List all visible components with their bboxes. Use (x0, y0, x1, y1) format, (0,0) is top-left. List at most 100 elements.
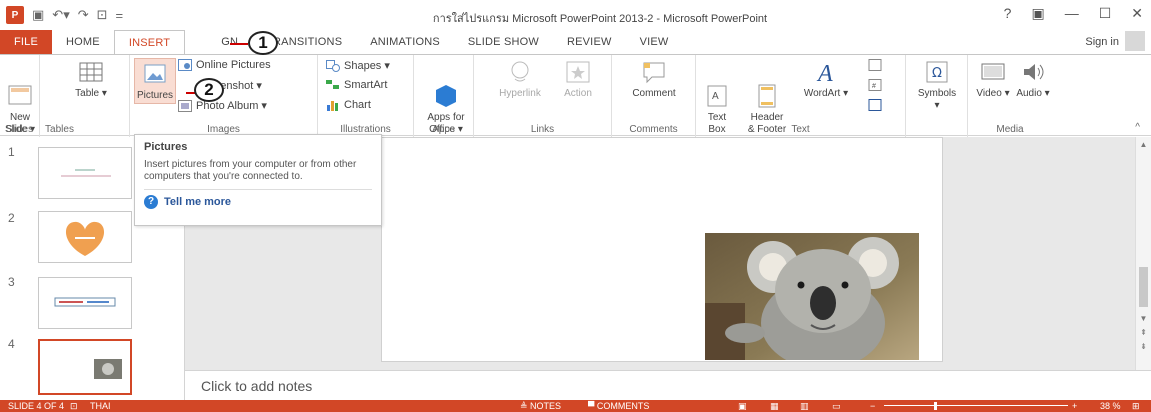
slide-thumbnail-2[interactable] (38, 211, 132, 263)
shapes-button[interactable]: Shapes ▾ (326, 59, 390, 72)
audio-button[interactable]: Audio ▾ (1014, 59, 1052, 100)
zoom-slider[interactable] (884, 405, 1068, 406)
window-controls: ? ▣ — ☐ ✕ (1004, 5, 1143, 22)
tab-animations[interactable]: ANIMATIONS (356, 30, 454, 54)
scrollbar-thumb[interactable] (1139, 267, 1148, 307)
zoom-in-icon[interactable]: + (1072, 401, 1077, 411)
customize-qat-icon[interactable]: = (116, 8, 124, 23)
current-slide[interactable] (381, 137, 943, 362)
comment-icon (641, 59, 667, 85)
quick-access-toolbar: P ▣ ↶▾ ↷ ⊡ = (6, 6, 123, 24)
next-slide-icon[interactable]: ⇟ (1138, 341, 1149, 352)
hyperlink-button[interactable]: Hyperlink (494, 59, 546, 100)
ribbon-tabs: FILE HOME INSERT GN TRANSITIONS ANIMATIO… (0, 30, 1151, 55)
scroll-up-icon[interactable]: ▲ (1138, 139, 1149, 150)
tab-design[interactable]: GN (185, 30, 252, 54)
redo-icon[interactable]: ↷ (78, 7, 89, 23)
notes-toggle-button[interactable]: ≜ NOTES (520, 401, 561, 412)
normal-view-icon[interactable]: ▣ (738, 401, 747, 412)
group-links: Hyperlink Action Links (474, 55, 612, 137)
powerpoint-logo-icon: P (6, 6, 24, 24)
slide-number-button[interactable]: # (868, 79, 882, 91)
svg-text:A: A (712, 91, 719, 102)
shapes-icon (326, 59, 340, 72)
thumb-number: 3 (8, 275, 15, 289)
help-icon[interactable]: ? (1004, 5, 1012, 22)
zoom-out-icon[interactable]: − (870, 401, 875, 411)
collapse-ribbon-icon[interactable]: ^ (1135, 122, 1140, 133)
spell-check-icon[interactable]: ⊡ (70, 401, 78, 412)
symbols-button[interactable]: Ω Symbols ▾ (914, 59, 960, 112)
notes-pane[interactable]: Click to add notes (185, 370, 1151, 400)
svg-text:#: # (872, 83, 876, 90)
sign-in-link[interactable]: Sign in (1085, 36, 1119, 48)
callout-step-1: 1 (248, 31, 278, 55)
fit-slide-icon[interactable]: ⊞ (1132, 401, 1140, 412)
ribbon-display-options-icon[interactable]: ▣ (1031, 5, 1044, 22)
zoom-level[interactable]: 38 % (1100, 401, 1121, 411)
tab-file[interactable]: FILE (0, 30, 53, 54)
omega-icon: Ω (924, 59, 950, 85)
undo-icon[interactable]: ↶▾ (52, 7, 69, 23)
pictures-icon (142, 61, 168, 87)
audio-label: Audio ▾ (1016, 88, 1050, 99)
date-time-button[interactable] (868, 59, 882, 71)
close-icon[interactable]: ✕ (1131, 5, 1143, 22)
table-icon (78, 59, 104, 85)
smartart-label: SmartArt (344, 79, 388, 91)
slide-show-view-icon[interactable]: ▭ (832, 401, 841, 412)
group-symbols: Ω Symbols ▾ (906, 55, 968, 137)
photo-album-button[interactable]: Photo Album ▾ (178, 99, 267, 112)
chart-button[interactable]: Chart (326, 99, 371, 111)
tab-view[interactable]: VIEW (626, 30, 683, 54)
slide-thumbnail-1[interactable] (38, 147, 132, 199)
table-button[interactable]: Table ▾ (73, 59, 109, 100)
notes-placeholder[interactable]: Click to add notes (201, 378, 312, 394)
video-button[interactable]: Video ▾ (974, 59, 1012, 100)
action-label: Action (564, 88, 592, 99)
tab-home[interactable]: HOME (52, 30, 114, 54)
smartart-button[interactable]: SmartArt (326, 79, 387, 91)
language-indicator[interactable]: THAI (90, 401, 111, 411)
scroll-down-icon[interactable]: ▼ (1138, 313, 1149, 324)
action-button[interactable]: Action (558, 59, 598, 100)
pictures-button[interactable]: Pictures (134, 58, 176, 104)
avatar[interactable] (1125, 31, 1145, 51)
start-from-beginning-icon[interactable]: ⊡ (97, 7, 108, 23)
maximize-icon[interactable]: ☐ (1099, 5, 1112, 22)
status-bar: SLIDE 4 OF 4 ⊡ THAI ≜ NOTES ▀ COMMENTS ▣… (0, 400, 1151, 412)
tab-slide-show[interactable]: SLIDE SHOW (454, 30, 553, 54)
slide-sorter-view-icon[interactable]: ▦ (770, 401, 779, 412)
slide-thumbnail-4[interactable] (38, 339, 132, 395)
group-label-apps: Apps (432, 124, 455, 135)
object-button[interactable] (868, 99, 882, 111)
comments-toggle-button[interactable]: ▀ COMMENTS (588, 401, 649, 411)
apps-for-office-icon (433, 71, 459, 107)
shapes-label: Shapes ▾ (344, 60, 390, 72)
pictures-tooltip: Pictures Insert pictures from your compu… (134, 134, 382, 226)
tell-me-more-link[interactable]: ? Tell me more (144, 195, 372, 209)
chart-icon (326, 99, 340, 111)
group-text: A Text Box Header & Footer A WordArt ▾ #… (696, 55, 906, 137)
slide-thumbnail-3[interactable] (38, 277, 132, 329)
wordart-button[interactable]: A WordArt ▾ (798, 59, 854, 100)
slide-counter: SLIDE 4 OF 4 (8, 401, 65, 411)
previous-slide-icon[interactable]: ⇞ (1138, 327, 1149, 338)
save-icon[interactable]: ▣ (32, 7, 44, 23)
koala-image[interactable] (705, 233, 919, 360)
pictures-label: Pictures (136, 90, 174, 101)
hyperlink-icon (507, 59, 533, 85)
thumb-number: 2 (8, 211, 15, 225)
tab-review[interactable]: REVIEW (553, 30, 626, 54)
callout-step-2: 2 (194, 78, 224, 102)
window-title: การใส่ไปรแกรม Microsoft PowerPoint 2013-… (432, 13, 768, 25)
tab-insert[interactable]: INSERT (113, 30, 186, 55)
reading-view-icon[interactable]: ▥ (800, 401, 809, 412)
minimize-icon[interactable]: — (1065, 5, 1079, 22)
comment-button[interactable]: Comment (626, 59, 682, 100)
tell-me-more-label: Tell me more (164, 196, 232, 208)
vertical-scrollbar[interactable]: ▲ ▼ ⇞ ⇟ (1135, 137, 1151, 370)
online-pictures-button[interactable]: Online Pictures (178, 59, 271, 71)
slide-number-icon: # (868, 79, 882, 91)
zoom-slider-thumb[interactable] (934, 402, 937, 410)
